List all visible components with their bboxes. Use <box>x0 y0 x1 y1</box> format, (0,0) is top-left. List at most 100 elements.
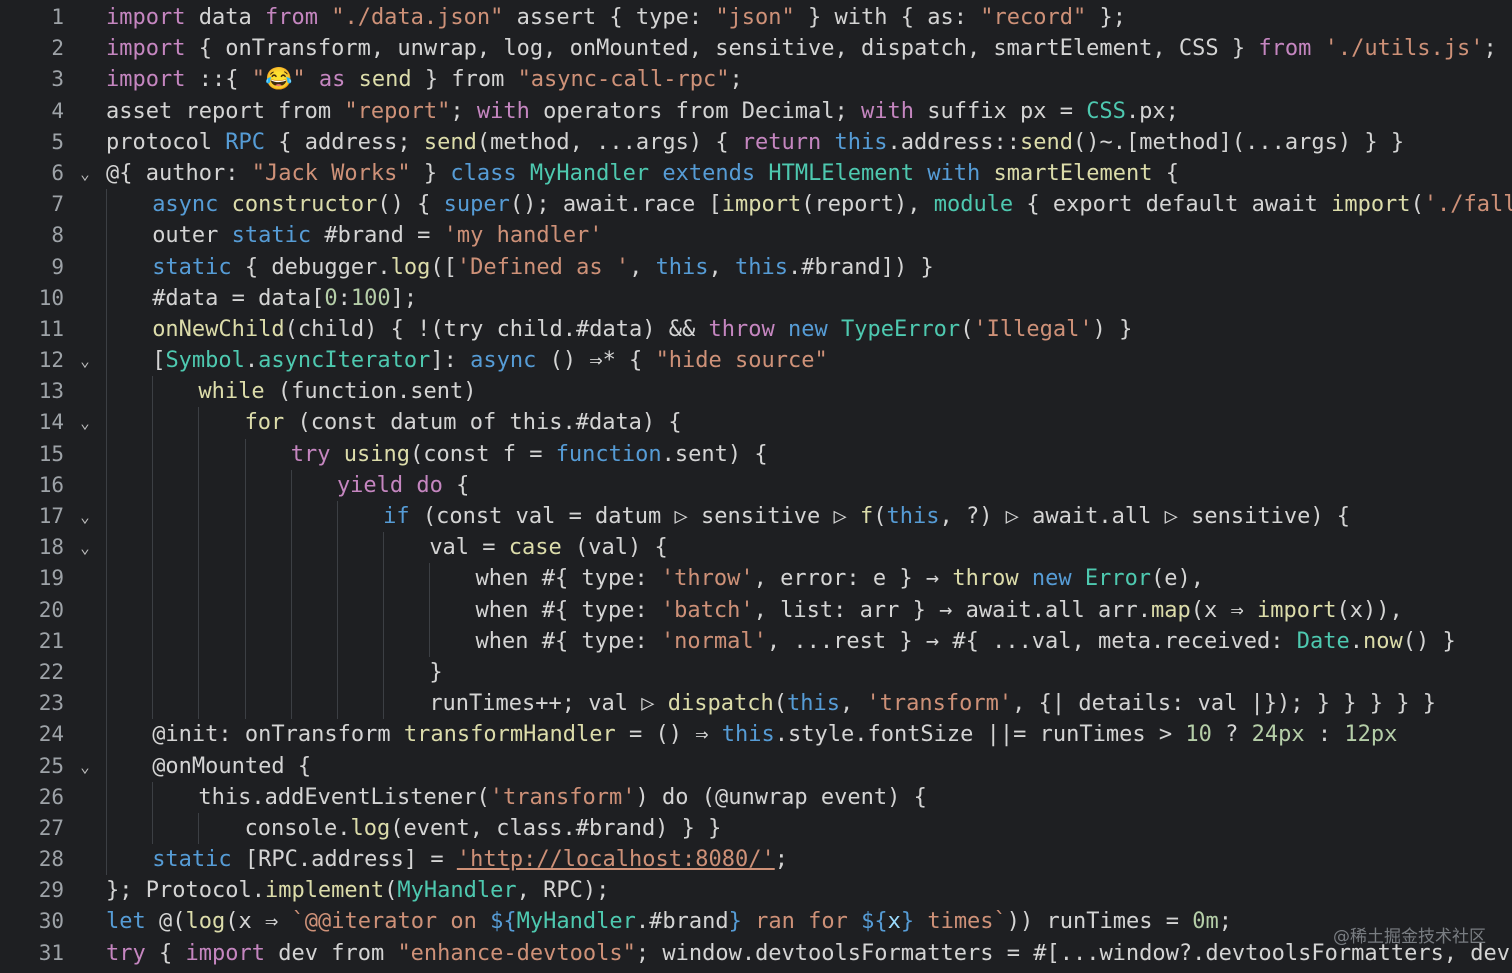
code-token-default <box>1019 566 1032 591</box>
code-token-keyword2: ${ <box>861 909 888 935</box>
code-line[interactable]: 28 static [RPC.address] = 'http://localho… <box>0 844 1512 876</box>
code-token-type: TypeError <box>840 316 961 342</box>
code-line[interactable]: 27 console.log(event, class.#brand) } } <box>0 812 1512 845</box>
code-line[interactable]: 23 runTimes++; val ▷ dispatch(this, 'tran… <box>0 688 1512 720</box>
code-line[interactable]: 1 import data from "./data.json" assert {… <box>0 2 1512 33</box>
indent-guide <box>106 625 152 657</box>
code-line[interactable]: 7 async constructor() { super(); await.ra… <box>0 189 1512 221</box>
code-content: import ::{ "😂" as send } from "async-cal… <box>106 64 1512 95</box>
fold-chevron-icon[interactable]: ⌄ <box>64 751 106 782</box>
code-token-number: 24px <box>1251 722 1305 748</box>
code-line[interactable]: 19 when #{ type: 'throw', error: e } → th… <box>0 563 1512 595</box>
code-line[interactable]: 6 ⌄ @{ author: "Jack Works" } class MyHand… <box>0 158 1512 189</box>
fold-chevron-icon[interactable]: ⌄ <box>64 532 106 563</box>
fold-chevron-icon[interactable]: ⌄ <box>64 407 106 438</box>
indent-guide <box>198 594 244 626</box>
indent-guide <box>383 563 429 595</box>
fold-chevron-icon[interactable]: ⌄ <box>64 345 106 376</box>
code-token-default: .#brand <box>635 909 729 935</box>
code-line[interactable]: 22} <box>0 656 1512 689</box>
code-line[interactable]: 30 let @(log(x ⇒ `@@iterator on ${MyHandl… <box>0 906 1512 937</box>
code-token-string: `@@iterator on <box>291 909 491 935</box>
code-token-keyword2: async <box>152 192 219 218</box>
code-content: @init: onTransform transformHandler = ()… <box>106 719 1512 751</box>
code-token-default: ]; <box>390 285 418 311</box>
fold-chevron-icon[interactable]: ⌄ <box>64 501 106 532</box>
code-token-default <box>345 67 358 92</box>
code-line[interactable]: 17 ⌄ if (const val = datum ▷ sensitive ▷ f… <box>0 501 1512 533</box>
indent-guide <box>152 407 198 439</box>
code-line[interactable]: 20 when #{ type: 'batch', list: arr } → a… <box>0 594 1512 626</box>
code-editor[interactable]: 1 import data from "./data.json" assert {… <box>0 0 1512 973</box>
line-number: 2 <box>51 36 64 61</box>
code-line[interactable]: 14 ⌄ for (const datum of this.#data) { <box>0 407 1512 439</box>
indent-guide <box>198 407 244 439</box>
code-content: when #{ type: 'batch', list: arr } → awa… <box>106 594 1512 626</box>
code-line[interactable]: 11 onNewChild(child) { !(try child.#data)… <box>0 313 1512 346</box>
code-token-number: 0 <box>324 285 338 311</box>
line-number: 7 <box>51 192 64 217</box>
code-token-default: (x)), <box>1336 597 1403 623</box>
code-token-function: implement <box>264 878 385 904</box>
code-token-string: 'Defined as ' <box>456 254 630 280</box>
line-number: 26 <box>38 784 64 809</box>
code-token-default: runTimes++; val ▷ <box>429 691 668 717</box>
code-token-string: 'normal' <box>660 628 767 654</box>
code-token-string: "async-call-rpc" <box>517 67 730 93</box>
code-line[interactable]: 26 this.addEventListener('transform') do … <box>0 781 1512 813</box>
code-token-default: : <box>337 285 351 311</box>
code-token-string: "./data.json" <box>331 5 504 30</box>
code-content: while (function.sent) <box>106 376 1512 408</box>
code-token-default: . <box>1349 628 1363 654</box>
indent-guide <box>290 594 337 626</box>
code-line[interactable]: 10 #data = data[0:100]; <box>0 282 1512 314</box>
code-line[interactable]: 12 ⌄ [Symbol.asyncIterator]: async () ⇒* {… <box>0 345 1512 377</box>
indent-guide <box>290 688 337 720</box>
code-line[interactable]: 25 ⌄ @onMounted { <box>0 750 1512 782</box>
code-line[interactable]: 31 try { import dev from "enhance-devtool… <box>0 938 1512 969</box>
code-token-default: }; Protocol. <box>106 878 265 904</box>
indent-guide <box>106 594 152 626</box>
indent-guide <box>290 501 337 533</box>
code-token-default: asset report from <box>106 98 345 124</box>
code-token-default: , <box>629 254 656 280</box>
code-content: try { import dev from "enhance-devtools"… <box>106 938 1512 969</box>
code-token-keyword: return <box>741 129 822 155</box>
fold-chevron-icon[interactable]: ⌄ <box>64 158 106 189</box>
code-line[interactable]: 4 asset report from "report"; with operat… <box>0 96 1512 127</box>
code-token-keyword2: this <box>655 254 709 280</box>
code-token-default: (e), <box>1151 566 1205 592</box>
code-token-default: console. <box>244 815 351 841</box>
code-line[interactable]: 15 try using(const f = function.sent) { <box>0 438 1512 470</box>
code-line[interactable]: 9 static { debugger.log(['Defined as ', t… <box>0 251 1512 283</box>
code-token-default: (const datum of this.#data) { <box>284 410 682 436</box>
code-token-string: 'transform' <box>489 784 636 810</box>
indent-guide <box>152 594 198 626</box>
code-token-default <box>306 67 319 92</box>
code-token-function: using <box>343 441 410 467</box>
code-token-default: when #{ type: <box>475 628 661 654</box>
code-line[interactable]: 18 ⌄ val = case (val) { <box>0 532 1512 564</box>
code-token-default: (); await.race [ <box>509 192 722 218</box>
indent-guide <box>336 532 383 564</box>
code-token-keyword2: new <box>1031 566 1072 592</box>
code-line[interactable]: 2 import { onTransform, unwrap, log, onMo… <box>0 33 1512 64</box>
code-line[interactable]: 24 @init: onTransform transformHandler = … <box>0 719 1512 751</box>
indent-guide <box>244 532 291 564</box>
code-token-default: ) do (@unwrap event) { <box>635 784 927 810</box>
line-number: 19 <box>38 566 64 591</box>
code-token-default: this.addEventListener( <box>198 784 490 810</box>
code-token-default <box>755 161 768 186</box>
code-line[interactable]: 21 when #{ type: 'normal', ...rest } → #{… <box>0 625 1512 657</box>
code-line[interactable]: 29}; Protocol.implement(MyHandler, RPC); <box>0 875 1512 906</box>
code-token-string: times` <box>914 909 1007 935</box>
code-line[interactable]: 16 yield do { <box>0 469 1512 502</box>
code-token-default: , <box>708 254 736 280</box>
code-line[interactable]: 3 import ::{ "😂" as send } from "async-ca… <box>0 64 1512 95</box>
code-token-default: @onMounted { <box>152 753 312 779</box>
code-line[interactable]: 13 while (function.sent) <box>0 376 1512 408</box>
code-token-keyword: throw <box>708 316 775 342</box>
code-line[interactable]: 8 outer static #brand = 'my handler' <box>0 220 1512 252</box>
indent-guide <box>429 563 475 595</box>
code-line[interactable]: 5 protocol RPC { address; send(method, ..… <box>0 127 1512 158</box>
